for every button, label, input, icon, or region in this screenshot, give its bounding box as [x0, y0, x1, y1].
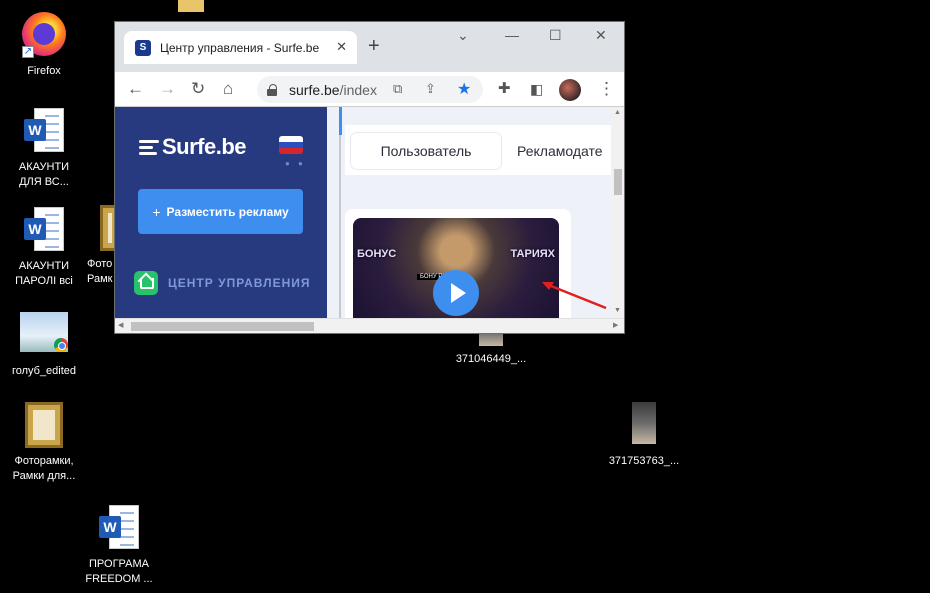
place-ad-button[interactable]: + Разместить рекламу	[138, 189, 303, 234]
home-icon[interactable]: ⌂	[223, 80, 233, 98]
desktop-icon-frames[interactable]: Фоторамки, Рамки для...	[5, 402, 83, 484]
video-caption-right: ТАРИЯХ	[510, 248, 555, 260]
tab-surfe[interactable]: S Центр управления - Surfe.be ✕	[124, 31, 357, 64]
home-icon	[134, 271, 158, 295]
video-caption: БОНУС ТАРИЯХ	[357, 248, 555, 260]
desktop-icon-label: FREEDOM ...	[85, 573, 153, 585]
chrome-icon	[54, 338, 68, 352]
minimize-button[interactable]: —	[505, 27, 519, 43]
firefox-icon: ↗	[20, 12, 68, 60]
close-window-button[interactable]: ✕	[595, 27, 607, 44]
sidebar-item-control-center[interactable]: ЦЕНТР УПРАВЛЕНИЯ	[134, 271, 311, 295]
url-host: surfe.be	[289, 81, 340, 98]
scroll-right-icon[interactable]: ▶	[613, 321, 618, 329]
brand-name: Surfe.be	[162, 134, 247, 159]
profile-avatar[interactable]	[559, 79, 581, 101]
lock-icon[interactable]	[267, 83, 277, 96]
word-document-icon: W	[20, 108, 68, 156]
desktop-icon-label: ПАРОЛІ всі	[15, 275, 73, 287]
vertical-scroll-thumb[interactable]	[614, 169, 622, 195]
horizontal-scroll-thumb[interactable]	[131, 322, 314, 331]
desktop-icon-label: АКАУНТИ	[18, 161, 70, 173]
desktop-icon-label: ДЛЯ ВС...	[19, 176, 69, 188]
desktop: ↗ Firefox W АКАУНТИ ДЛЯ ВС... W АКАУНТИ …	[0, 0, 930, 593]
desktop-icon-label: Рамки для...	[12, 470, 76, 482]
new-tab-button[interactable]: +	[368, 35, 380, 58]
image-file-icon	[620, 402, 668, 450]
desktop-icon-image-371753763[interactable]: 371753763_...	[605, 402, 683, 469]
side-panel-icon[interactable]: ◧	[530, 80, 543, 98]
desktop-icon-label: 371753763_...	[608, 455, 680, 467]
tab-search-icon[interactable]: ⌄	[457, 27, 469, 44]
desktop-icon-label: голуб_edited	[11, 365, 77, 377]
maximize-button[interactable]: ☐	[549, 27, 562, 44]
word-document-icon: W	[20, 207, 68, 255]
video-caption-left: БОНУС	[357, 248, 397, 260]
divider	[339, 107, 341, 318]
tab-user[interactable]: Пользователь	[351, 133, 501, 169]
desktop-icon-label: Firefox	[27, 65, 61, 77]
place-ad-label: Разместить рекламу	[166, 204, 289, 219]
video-thumbnail[interactable]: БОНУС ТАРИЯХ БОНУ РИЯХ	[353, 218, 559, 318]
role-tabs: Пользователь Рекламодате	[345, 125, 615, 175]
desktop-icon-word-passwords[interactable]: W АКАУНТИ ПАРОЛІ всі	[5, 207, 83, 289]
russian-flag-icon[interactable]	[279, 136, 303, 154]
plus-icon: +	[152, 203, 161, 220]
url-text: surfe.be/index	[289, 82, 377, 98]
desktop-icon-label: Фоторамки,	[14, 455, 74, 467]
desktop-icon-label: Фото	[87, 258, 113, 270]
play-icon[interactable]	[433, 270, 479, 316]
back-arrow-icon[interactable]: ←	[127, 80, 144, 98]
tab-advertiser[interactable]: Рекламодате	[517, 143, 603, 159]
red-annotation-arrow	[542, 282, 607, 310]
accent-bar	[339, 107, 342, 135]
scroll-up-icon[interactable]: ▲	[614, 109, 621, 116]
image-file-icon	[20, 312, 68, 360]
desktop-icon-word-program[interactable]: W ПРОГРАМА FREEDOM ...	[80, 505, 158, 587]
desktop-icon-label: АКАУНТИ	[18, 260, 70, 272]
tab-title: Центр управления - Surfe.be	[160, 40, 320, 55]
menu-kebab-icon[interactable]: ⋮	[598, 80, 615, 98]
tab-pill: Пользователь	[351, 133, 501, 169]
desktop-icon-pigeon[interactable]: голуб_edited	[5, 308, 83, 379]
language-dots: ● ●	[285, 159, 306, 168]
surfe-logo[interactable]: Surfe.be	[139, 134, 247, 160]
video-card: БОНУС ТАРИЯХ БОНУ РИЯХ	[345, 209, 571, 318]
surfe-favicon-icon: S	[135, 39, 151, 56]
tab-close-icon[interactable]: ✕	[336, 39, 347, 55]
browser-toolbar: ← → ↻ ⌂ surfe.be/index ⧉ ⇪ ★ ✚ ◧ ⋮	[115, 72, 624, 106]
folder-icon[interactable]	[178, 0, 204, 12]
reload-icon[interactable]: ↻	[191, 80, 205, 98]
site-sidebar: Surfe.be ● ● + Разместить рекламу ЦЕНТР …	[115, 107, 327, 318]
desktop-icon-photo-frames-partial[interactable]: Фото Рамк	[80, 205, 116, 287]
desktop-icon-label: ПРОГРАМА	[89, 558, 149, 570]
forward-arrow-icon[interactable]: →	[159, 80, 176, 98]
desktop-icon-word-accounts[interactable]: W АКАУНТИ ДЛЯ ВС...	[5, 108, 83, 190]
picture-frame-icon	[20, 402, 68, 450]
extensions-puzzle-icon[interactable]: ✚	[498, 80, 511, 98]
scroll-left-icon[interactable]: ◀	[118, 321, 123, 329]
surfe-logo-icon	[139, 139, 159, 155]
desktop-icon-firefox[interactable]: ↗ Firefox	[5, 10, 83, 79]
url-path: /index	[339, 81, 377, 98]
desktop-icon-label: Рамк	[87, 273, 113, 285]
desktop-icon-label: 371046449_...	[455, 353, 527, 365]
bookmark-star-icon[interactable]: ★	[457, 79, 471, 99]
share-icon[interactable]: ⇪	[425, 81, 436, 97]
address-bar[interactable]: surfe.be/index ⧉ ⇪ ★	[257, 76, 483, 103]
horizontal-scrollbar[interactable]: ◀ ▶	[115, 318, 624, 333]
word-document-icon: W	[95, 505, 143, 553]
tab-strip: S Центр управления - Surfe.be ✕ + ⌄ — ☐ …	[115, 22, 624, 72]
translate-icon[interactable]: ⧉	[393, 81, 402, 97]
sidebar-item-label: ЦЕНТР УПРАВЛЕНИЯ	[168, 276, 311, 290]
